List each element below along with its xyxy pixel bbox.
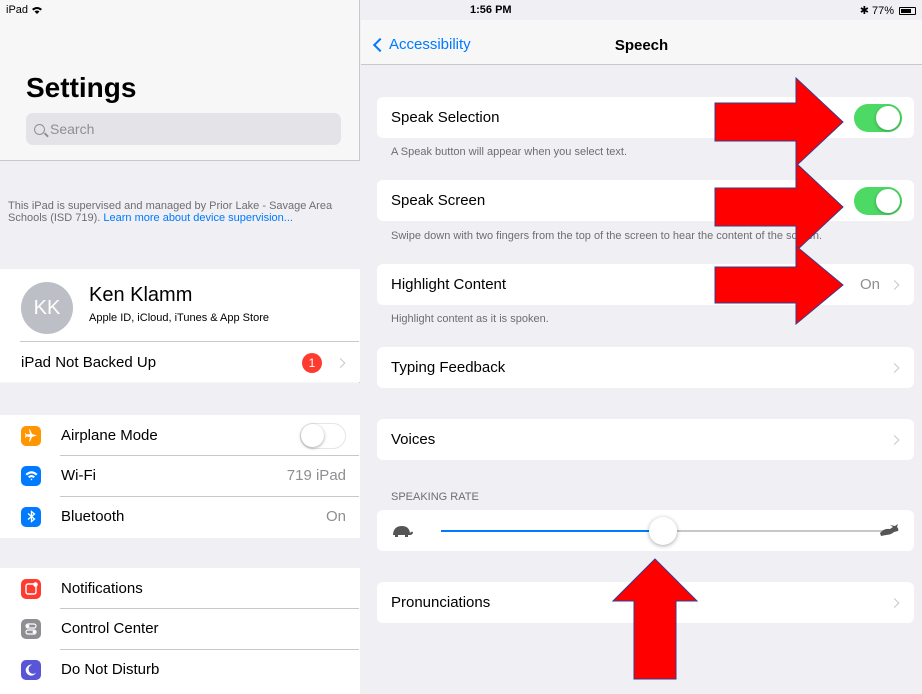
speaking-rate-header: SPEAKING RATE [391, 491, 479, 503]
airplane-mode-toggle[interactable] [300, 422, 346, 449]
chevron-right-icon [889, 362, 900, 373]
chevron-right-icon [889, 597, 900, 608]
supervision-notice: This iPad is supervised and managed by P… [8, 200, 343, 224]
notifications-label: Notifications [61, 580, 143, 597]
speak-selection-toggle[interactable] [854, 103, 902, 132]
bluetooth-value: On [325, 508, 346, 525]
search-input[interactable]: Search [26, 113, 341, 145]
pronunciations-label: Pronunciations [391, 594, 491, 611]
nav-title: Speech [614, 37, 669, 54]
moon-icon [21, 659, 41, 680]
nav-bar: Accessibility Speech [361, 20, 922, 65]
status-bar: iPad 1:56 PM ✱ 77% [0, 0, 922, 20]
chevron-right-icon [335, 357, 346, 368]
voices-row[interactable]: Voices [377, 419, 914, 460]
turtle-icon [393, 526, 413, 537]
speak-selection-footer: A Speak button will appear when you sele… [391, 146, 628, 158]
airplane-mode-label: Airplane Mode [61, 427, 158, 444]
chevron-right-icon [889, 434, 900, 445]
control-center-label: Control Center [61, 620, 159, 637]
voices-label: Voices [391, 431, 436, 448]
do-not-disturb-row[interactable]: Do Not Disturb [0, 649, 360, 690]
control-center-icon [21, 618, 41, 639]
do-not-disturb-label: Do Not Disturb [61, 661, 160, 678]
device-label: iPad [6, 4, 29, 16]
wifi-status-icon [32, 7, 43, 14]
hare-icon [880, 524, 899, 536]
bluetooth-row[interactable]: Bluetooth On [0, 496, 360, 537]
search-placeholder: Search [50, 121, 95, 137]
annotation-arrow-speak-screen [714, 162, 844, 252]
control-center-row[interactable]: Control Center [0, 608, 360, 649]
wifi-icon [21, 465, 41, 486]
highlight-content-value: On [859, 276, 880, 293]
battery-percent: 77% [871, 4, 894, 17]
typing-feedback-row[interactable]: Typing Feedback [377, 347, 914, 388]
supervision-link[interactable]: Learn more about device supervision... [103, 212, 293, 224]
highlight-content-footer: Highlight content as it is spoken. [391, 313, 549, 325]
airplane-mode-row[interactable]: Airplane Mode [0, 415, 360, 456]
profile-subtitle: Apple ID, iCloud, iTunes & App Store [89, 312, 269, 324]
settings-sidebar: Settings Search This iPad is supervised … [0, 0, 360, 694]
bluetooth-label: Bluetooth [61, 508, 125, 525]
speaking-rate-track [441, 517, 884, 545]
backup-label: iPad Not Backed Up [21, 354, 157, 371]
wifi-value: 719 iPad [286, 467, 346, 484]
battery-level [901, 8, 911, 13]
clock: 1:56 PM [470, 4, 512, 16]
speaking-rate-row [377, 510, 914, 551]
notifications-icon [21, 578, 41, 599]
airplane-icon [21, 425, 41, 446]
backup-badge: 1 [302, 352, 322, 373]
annotation-arrow-highlight-content [714, 245, 844, 325]
speaking-rate-fill [441, 530, 663, 532]
avatar[interactable]: KK [21, 282, 73, 334]
speak-screen-label: Speak Screen [391, 192, 486, 209]
speak-selection-label: Speak Selection [391, 109, 500, 126]
typing-feedback-label: Typing Feedback [391, 359, 506, 376]
speak-screen-toggle[interactable] [854, 186, 902, 215]
wifi-row[interactable]: Wi-Fi 719 iPad [0, 455, 360, 496]
highlight-content-label: Highlight Content [391, 276, 507, 293]
battery-icon [899, 6, 916, 15]
profile-name[interactable]: Ken Klamm [89, 284, 192, 307]
annotation-arrow-speaking-rate [612, 558, 698, 680]
bluetooth-status-icon: ✱ [859, 5, 869, 17]
search-icon [34, 123, 45, 135]
chevron-right-icon [889, 279, 900, 290]
wifi-label: Wi-Fi [61, 467, 96, 484]
notifications-row[interactable]: Notifications [0, 568, 360, 609]
backup-row[interactable]: iPad Not Backed Up 1 [0, 342, 360, 383]
bluetooth-icon [21, 506, 41, 527]
page-title: Settings [26, 72, 137, 103]
annotation-arrow-speak-selection [714, 77, 844, 167]
speaking-rate-slider[interactable] [648, 517, 677, 545]
